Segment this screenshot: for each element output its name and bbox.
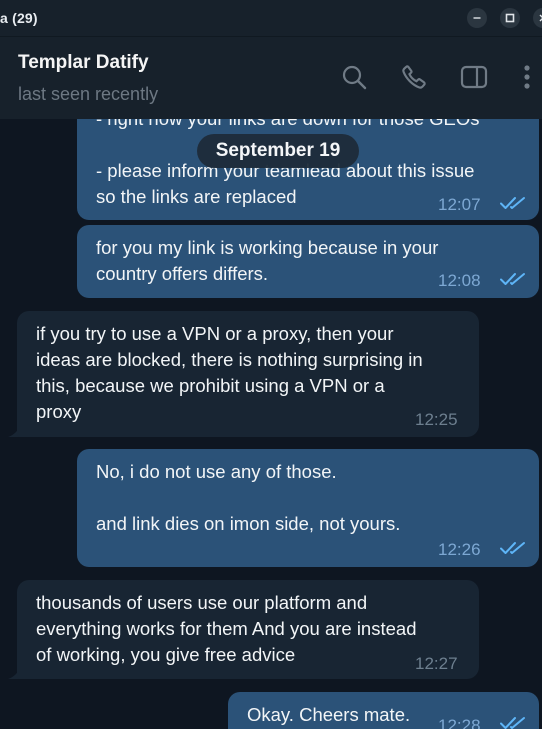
search-button[interactable]	[339, 62, 369, 92]
double-check-icon	[500, 542, 525, 554]
message-time: 12:07	[438, 195, 481, 214]
message-time: 12:27	[415, 654, 458, 673]
message-time: 12:26	[438, 540, 481, 559]
message-text: thousands of users use our platform and …	[36, 592, 417, 665]
message-text: No, i do not use any of those. and link …	[96, 461, 401, 534]
more-vertical-icon	[524, 65, 530, 89]
maximize-icon	[505, 13, 515, 23]
more-button[interactable]	[512, 62, 542, 92]
contact-status: last seen recently	[18, 84, 159, 104]
window-title-bar: a (29)	[0, 0, 542, 36]
contact-name[interactable]: Templar Datify	[18, 52, 149, 74]
double-check-icon	[500, 273, 525, 285]
message-time: 12:25	[415, 410, 458, 429]
message-bubble-incoming[interactable]: if you try to use a VPN or a proxy, then…	[17, 311, 479, 437]
message-bubble-outgoing[interactable]: for you my link is working because in yo…	[77, 225, 539, 298]
call-button[interactable]	[399, 62, 429, 92]
telegram-chat-window: a (29) Templar Datify last seen recently	[0, 0, 542, 729]
minimize-button[interactable]	[467, 8, 487, 28]
phone-icon	[402, 65, 426, 89]
minimize-icon	[473, 17, 481, 19]
message-text: Okay. Cheers mate.	[247, 704, 411, 725]
window-title: a (29)	[0, 10, 38, 26]
message-text: if you try to use a VPN or a proxy, then…	[36, 323, 423, 422]
double-check-icon	[500, 197, 525, 209]
message-time: 12:28	[438, 716, 481, 729]
message-bubble-outgoing[interactable]: No, i do not use any of those. and link …	[77, 449, 539, 567]
message-list[interactable]: - right now your links are down for thos…	[0, 118, 542, 729]
maximize-button[interactable]	[500, 8, 520, 28]
message-bubble-outgoing[interactable]: Okay. Cheers mate. 12:28	[228, 692, 539, 729]
sidebar-toggle-icon	[460, 65, 488, 89]
close-button[interactable]	[533, 8, 542, 28]
close-icon	[539, 14, 542, 22]
message-bubble-incoming[interactable]: thousands of users use our platform and …	[17, 580, 479, 679]
message-time: 12:08	[438, 271, 481, 290]
toggle-sidebar-button[interactable]	[459, 62, 489, 92]
double-check-icon	[500, 717, 525, 729]
search-icon	[342, 65, 367, 90]
chat-header[interactable]: Templar Datify last seen recently	[0, 36, 542, 119]
date-separator: September 19	[197, 134, 359, 168]
